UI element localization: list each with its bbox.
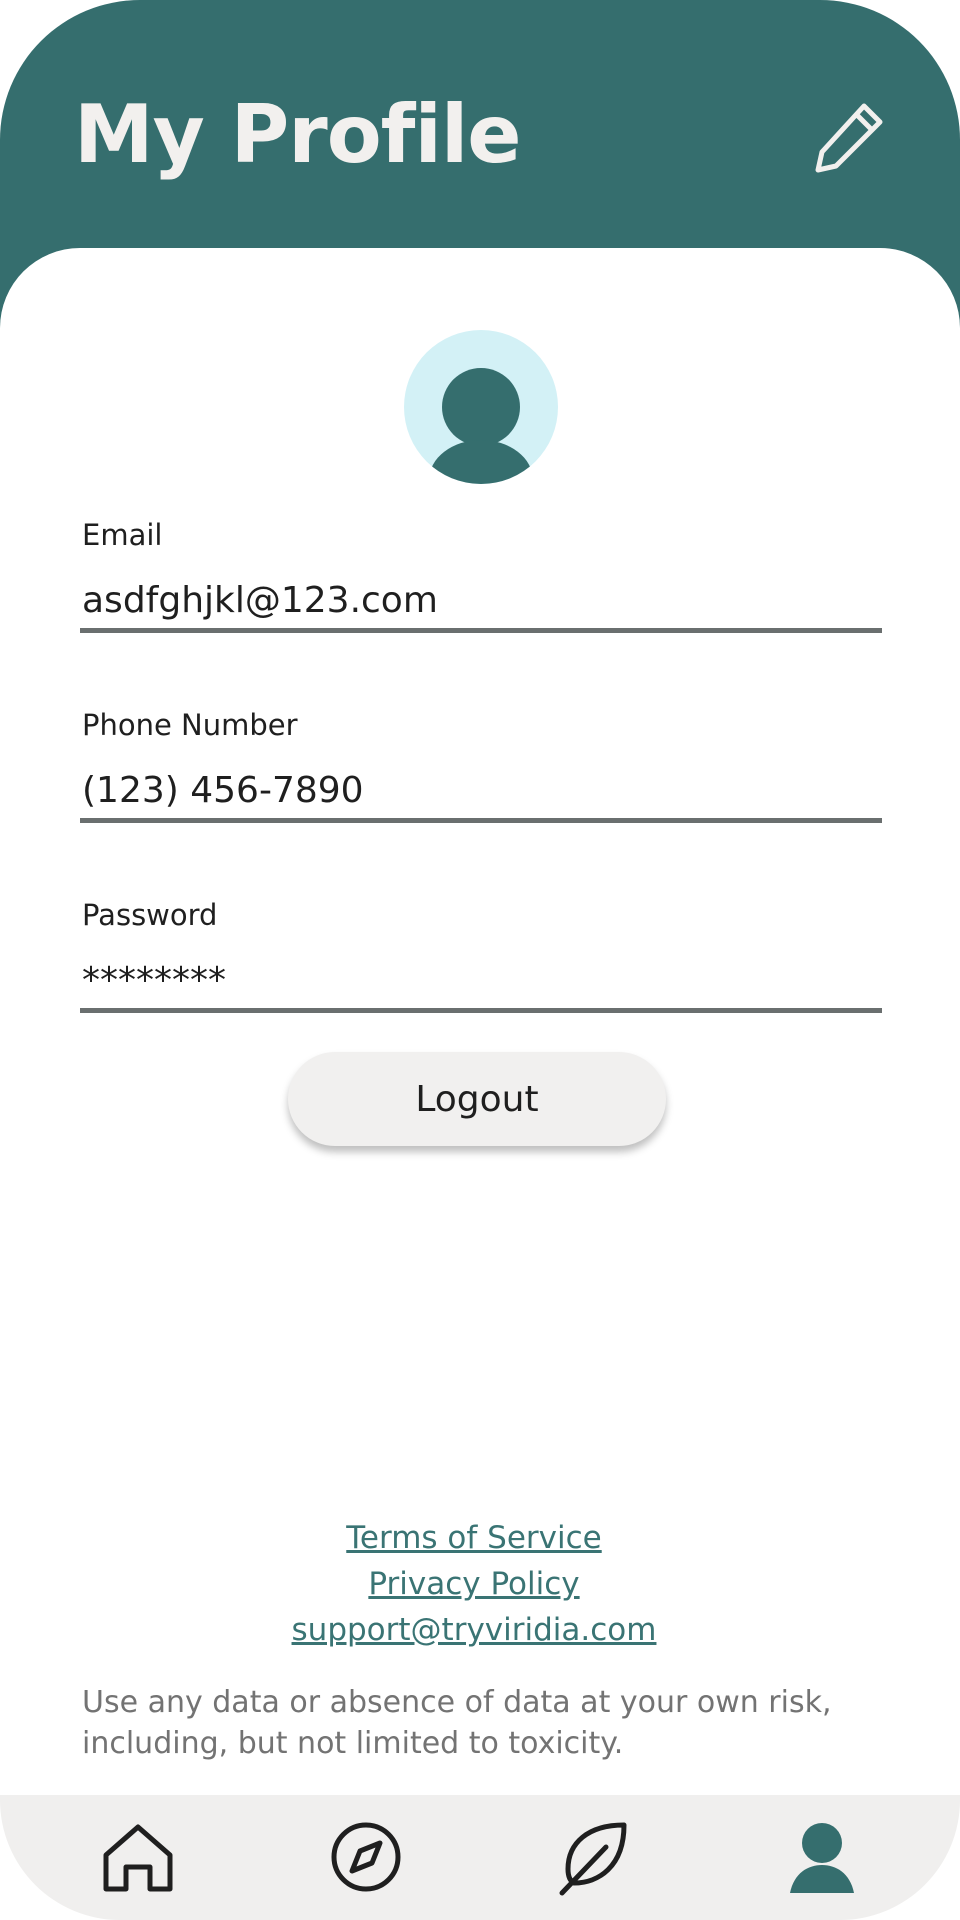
profile-screen: My Profile Email Phone Number Password L…	[0, 0, 960, 1920]
profile-icon	[790, 1823, 854, 1893]
email-label: Email	[82, 518, 163, 552]
page-title: My Profile	[74, 88, 522, 181]
password-field[interactable]	[80, 952, 882, 1013]
nav-plants[interactable]	[554, 1817, 634, 1897]
home-icon	[103, 1824, 173, 1892]
email-field[interactable]	[80, 572, 882, 633]
edit-profile-button[interactable]	[806, 96, 890, 180]
avatar	[404, 330, 558, 484]
compass-icon	[331, 1822, 401, 1892]
terms-of-service-link[interactable]: Terms of Service	[0, 1520, 948, 1556]
bottom-nav	[0, 1795, 960, 1920]
phone-label: Phone Number	[82, 708, 298, 742]
leaf-icon	[559, 1822, 627, 1896]
nav-profile[interactable]	[782, 1817, 862, 1897]
support-email-link[interactable]: support@tryviridia.com	[0, 1612, 948, 1648]
pencil-icon	[815, 103, 883, 173]
disclaimer-text: Use any data or absence of data at your …	[82, 1685, 832, 1761]
logout-button[interactable]: Logout	[288, 1052, 666, 1146]
user-avatar-icon	[429, 368, 533, 484]
privacy-policy-link[interactable]: Privacy Policy	[0, 1566, 948, 1602]
phone-field[interactable]	[80, 762, 882, 823]
nav-home[interactable]	[98, 1817, 178, 1897]
password-label: Password	[82, 898, 218, 932]
nav-explore[interactable]	[326, 1817, 406, 1897]
